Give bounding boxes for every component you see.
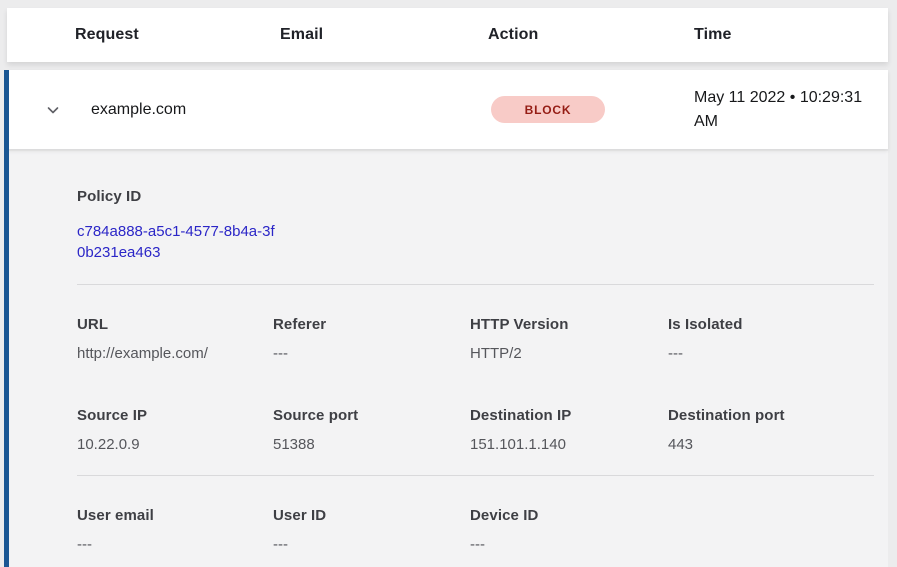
field-http-version-value: HTTP/2 [470, 344, 668, 364]
column-header-request: Request [75, 26, 280, 44]
column-header-time: Time [694, 26, 888, 44]
row-request-value: example.com [77, 101, 491, 119]
field-device-id: Device ID --- [470, 506, 668, 555]
field-source-ip: Source IP 10.22.0.9 [77, 406, 273, 455]
column-header-email: Email [280, 26, 488, 44]
field-destination-ip-value: 151.101.1.140 [470, 435, 668, 455]
field-source-port-value: 51388 [273, 435, 470, 455]
field-user-email-value: --- [77, 535, 273, 555]
field-url-value: http://example.com/ [77, 344, 273, 364]
field-destination-port-label: Destination port [668, 406, 874, 426]
row-action-cell: BLOCK [491, 96, 694, 123]
detail-fields-row-http: URL http://example.com/ Referer --- HTTP… [7, 315, 874, 364]
selected-row-accent-bar [4, 70, 9, 567]
section-divider [77, 475, 874, 476]
field-url-label: URL [77, 315, 273, 335]
field-destination-ip-label: Destination IP [470, 406, 668, 426]
status-badge-block: BLOCK [491, 96, 605, 123]
field-destination-ip: Destination IP 151.101.1.140 [470, 406, 668, 455]
field-referer-label: Referer [273, 315, 470, 335]
field-user-email-label: User email [77, 506, 273, 526]
field-source-ip-value: 10.22.0.9 [77, 435, 273, 455]
field-http-version: HTTP Version HTTP/2 [470, 315, 668, 364]
field-user-id: User ID --- [273, 506, 470, 555]
field-empty-cell [668, 506, 874, 555]
field-is-isolated-value: --- [668, 344, 874, 364]
field-device-id-label: Device ID [470, 506, 668, 526]
field-referer: Referer --- [273, 315, 470, 364]
field-destination-port: Destination port 443 [668, 406, 874, 455]
table-header: Request Email Action Time [7, 8, 888, 62]
chevron-down-icon[interactable] [43, 100, 63, 120]
field-http-version-label: HTTP Version [470, 315, 668, 335]
field-is-isolated-label: Is Isolated [668, 315, 874, 335]
row-detail-panel: Policy ID c784a888-a5c1-4577-8b4a-3f0b23… [7, 151, 888, 567]
row-time-value: May 11 2022 • 10:29:31 AM [694, 86, 874, 134]
detail-fields-row-user: User email --- User ID --- Device ID --- [7, 506, 874, 555]
policy-id-section: Policy ID c784a888-a5c1-4577-8b4a-3f0b23… [7, 187, 874, 263]
field-url: URL http://example.com/ [77, 315, 273, 364]
policy-id-label: Policy ID [77, 187, 874, 207]
field-source-port: Source port 51388 [273, 406, 470, 455]
policy-id-link[interactable]: c784a888-a5c1-4577-8b4a-3f0b231ea463 [77, 221, 277, 263]
request-log-card: Request Email Action Time example.com BL… [7, 8, 888, 567]
field-is-isolated: Is Isolated --- [668, 315, 874, 364]
field-user-id-value: --- [273, 535, 470, 555]
field-referer-value: --- [273, 344, 470, 364]
table-row[interactable]: example.com BLOCK May 11 2022 • 10:29:31… [7, 70, 888, 149]
field-source-port-label: Source port [273, 406, 470, 426]
field-device-id-value: --- [470, 535, 668, 555]
header-row-gap [7, 62, 888, 70]
field-user-id-label: User ID [273, 506, 470, 526]
field-destination-port-value: 443 [668, 435, 874, 455]
section-divider [77, 284, 874, 285]
detail-fields-row-network: Source IP 10.22.0.9 Source port 51388 De… [7, 406, 874, 455]
field-user-email: User email --- [77, 506, 273, 555]
column-header-action: Action [488, 26, 694, 44]
field-source-ip-label: Source IP [77, 406, 273, 426]
